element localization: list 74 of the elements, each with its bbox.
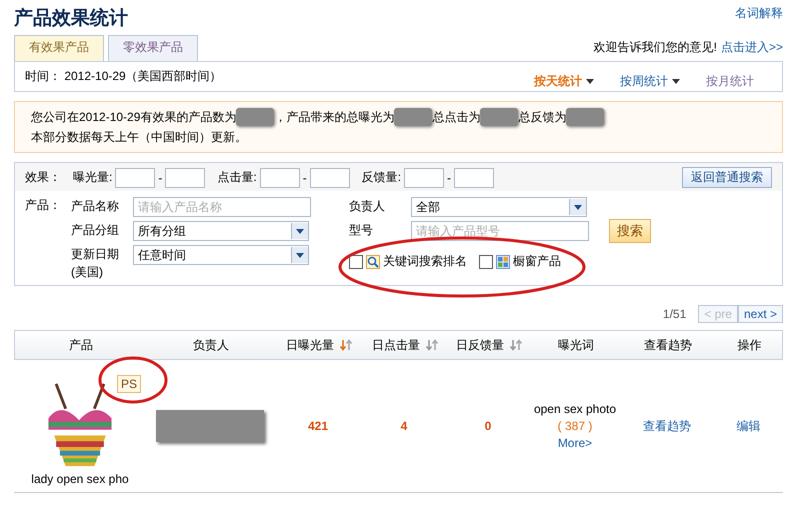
ps-badge: PS — [117, 375, 142, 393]
field-label: (美国) — [71, 264, 104, 281]
product-name[interactable]: lady open sex pho — [31, 472, 129, 486]
field-label: 效果： — [25, 169, 61, 186]
more-link[interactable]: More> — [558, 434, 592, 452]
dropdown[interactable]: 任意时间 — [133, 245, 309, 265]
field-label: 反馈量: — [362, 169, 402, 186]
field-label: 产品名称 — [71, 198, 120, 215]
caret-icon — [296, 252, 304, 258]
edit-link[interactable]: 编辑 — [736, 418, 760, 434]
keyword-text: open sex photo — [534, 400, 616, 418]
max-field[interactable] — [454, 168, 494, 188]
caret-icon — [574, 204, 582, 210]
min-field[interactable] — [260, 168, 300, 188]
feedback-link[interactable]: 点击进入>> — [720, 39, 783, 56]
field-label: 型号 — [349, 222, 374, 239]
column-header: 产品 — [69, 336, 93, 354]
min-field[interactable] — [115, 168, 156, 188]
column-header: 日反馈量 — [456, 336, 504, 354]
caret-icon — [296, 228, 304, 234]
stat-value: 421 — [308, 419, 328, 433]
field-label: 产品： — [25, 197, 61, 214]
search-button[interactable]: 搜索 — [609, 219, 651, 243]
tab[interactable]: 有效果产品 — [14, 35, 104, 62]
dropdown[interactable]: 所有分组 — [133, 221, 309, 241]
summary-text: 总反馈为 — [518, 109, 566, 126]
checkbox-label: 关键词搜索排名 — [383, 253, 467, 270]
field-label: 更新日期 — [71, 246, 120, 263]
max-field[interactable] — [165, 168, 206, 188]
dash-text: - — [158, 170, 162, 184]
column-header: 操作 — [738, 336, 762, 354]
feedback-text: 欢迎告诉我们您的意见! — [594, 39, 717, 56]
field-label: 点击量: — [217, 169, 257, 186]
text-field[interactable]: 请输入产品名称 — [133, 197, 311, 217]
back-button[interactable]: 返回普通搜索 — [682, 167, 772, 188]
grid-icon — [496, 254, 510, 268]
stat-value: 0 — [484, 419, 492, 433]
stat-value: 4 — [400, 419, 408, 433]
keyword-count: ( 387 ) — [558, 418, 592, 434]
dropdown[interactable]: 全部 — [411, 197, 587, 217]
field-label: 负责人 — [349, 198, 386, 215]
checkbox[interactable] — [349, 254, 363, 268]
summary-text: ，产品带来的总曝光为 — [274, 109, 394, 126]
text-field[interactable]: 请输入产品型号 — [411, 221, 589, 241]
summary-text: 本部分数据每天上午（中国时间）更新。 — [31, 129, 247, 146]
page-title: 产品效果统计 — [14, 6, 128, 31]
redaction-block — [236, 108, 274, 126]
column-header: 负责人 — [193, 336, 229, 354]
tab[interactable]: 零效果产品 — [108, 35, 198, 61]
summary-text: 总点击为 — [432, 109, 480, 126]
magnifier-icon — [366, 254, 380, 268]
checkbox[interactable] — [479, 254, 493, 268]
redaction-block — [480, 108, 518, 126]
min-field[interactable] — [404, 168, 444, 188]
column-header: 日点击量 — [372, 336, 420, 354]
column-header: 查看趋势 — [644, 336, 692, 354]
checkbox-label: 橱窗产品 — [513, 253, 561, 270]
field-label: 曝光量: — [73, 169, 112, 186]
next-button[interactable]: next > — [738, 305, 783, 323]
dash-text: - — [447, 170, 452, 184]
page-count: 1/51 — [662, 307, 686, 321]
trend-link[interactable]: 查看趋势 — [643, 418, 691, 434]
summary-text: 您公司在2012-10-29有效果的产品数为 — [31, 109, 236, 126]
dash-text: - — [302, 170, 307, 184]
redaction-block — [566, 108, 604, 126]
column-header: 日曝光量 — [286, 336, 334, 354]
redaction-block — [394, 108, 432, 126]
help-link[interactable]: 名词解释 — [735, 5, 783, 22]
column-header: 曝光词 — [558, 336, 594, 354]
period-link[interactable]: 按月统计 — [706, 73, 754, 90]
period-link[interactable]: 按周统计 — [620, 73, 680, 90]
date-text: 时间： 2012-10-29（美国西部时间） — [25, 68, 222, 85]
field-label: 产品分组 — [71, 222, 120, 239]
max-field[interactable] — [310, 168, 350, 188]
